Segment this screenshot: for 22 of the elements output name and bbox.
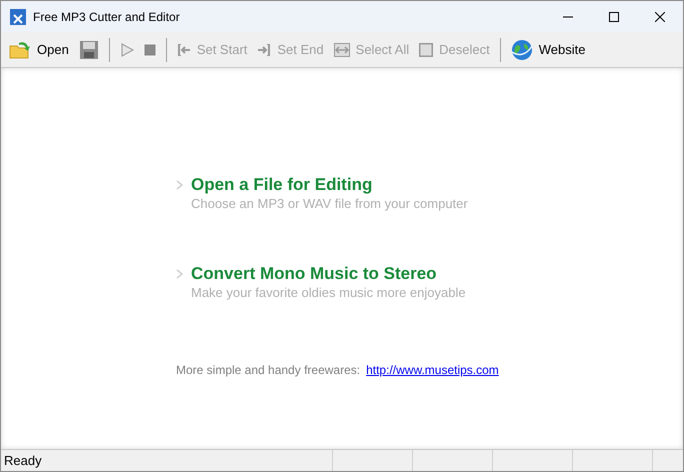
- window-title: Free MP3 Cutter and Editor: [33, 8, 180, 26]
- close-icon: [655, 12, 665, 22]
- chevron-icon: [176, 269, 183, 279]
- stop-icon: [144, 44, 156, 56]
- task-link[interactable]: Open a File for Editing: [191, 174, 468, 196]
- folder-icon: [9, 40, 31, 60]
- task-link[interactable]: Convert Mono Music to Stereo: [191, 263, 466, 285]
- chevron-icon: [176, 180, 183, 190]
- maximize-icon: [609, 12, 619, 22]
- status-text: Ready: [3, 452, 43, 470]
- open-button[interactable]: Open: [5, 36, 73, 64]
- footer-text: More simple and handy freewares:: [176, 362, 360, 379]
- app-icon: [10, 8, 26, 24]
- bracket-arrow-left-icon: [176, 42, 191, 56]
- globe-icon: [510, 38, 533, 60]
- website-button[interactable]: Website: [506, 36, 590, 64]
- expand-arrows-icon: [334, 42, 350, 56]
- bracket-arrow-right-icon: [257, 42, 272, 56]
- website-link[interactable]: http://www.musetips.com: [366, 361, 499, 379]
- play-icon: [120, 42, 134, 56]
- task-description: Choose an MP3 or WAV file from your computer: [191, 196, 468, 212]
- task-description: Make your favorite oldies music more enjoyable: [191, 285, 466, 301]
